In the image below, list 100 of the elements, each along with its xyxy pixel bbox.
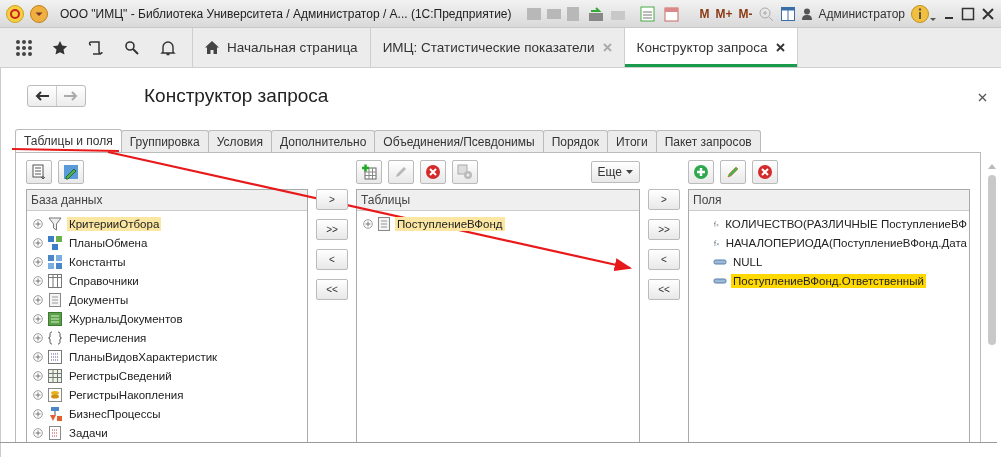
cubes-icon bbox=[47, 234, 63, 251]
expand-icon[interactable] bbox=[33, 370, 43, 381]
tab[interactable]: Объединения/Псевдонимы bbox=[374, 130, 544, 152]
tab[interactable]: Пакет запросов bbox=[655, 130, 761, 152]
pencil-icon bbox=[726, 165, 740, 179]
move-button[interactable]: > bbox=[316, 189, 348, 210]
tree-item[interactable]: КритерииОтбора bbox=[67, 216, 162, 231]
add-icon bbox=[693, 164, 709, 180]
tree-item[interactable]: Задачи bbox=[67, 425, 110, 440]
more-button[interactable]: Еще bbox=[590, 161, 640, 183]
edit-button[interactable] bbox=[388, 160, 414, 184]
apps-grid-icon[interactable] bbox=[16, 39, 32, 56]
column-header: Таблицы bbox=[357, 190, 639, 211]
edit-button[interactable] bbox=[720, 160, 746, 184]
expand-icon[interactable] bbox=[33, 313, 43, 324]
tab[interactable]: Таблицы и поля bbox=[15, 129, 122, 152]
funnel-icon bbox=[47, 215, 63, 232]
app-logo bbox=[6, 4, 24, 23]
document-icon bbox=[377, 215, 391, 232]
page-tab[interactable]: Начальная страница bbox=[193, 28, 371, 67]
expand-icon[interactable] bbox=[33, 351, 43, 362]
search-icon[interactable] bbox=[124, 39, 140, 56]
expand-icon[interactable] bbox=[33, 237, 43, 248]
zoom-icon[interactable] bbox=[758, 5, 775, 22]
settings-button[interactable] bbox=[452, 160, 478, 184]
move-button[interactable]: > bbox=[648, 189, 680, 210]
field-item[interactable]: ПоступлениеВФонд.Ответственный bbox=[731, 273, 926, 288]
list-button[interactable] bbox=[26, 160, 52, 184]
checklist-icon bbox=[47, 424, 63, 441]
close-icon[interactable] bbox=[978, 92, 987, 102]
tab[interactable]: Итоги bbox=[606, 130, 657, 152]
move-button[interactable]: < bbox=[648, 249, 680, 270]
memory-key[interactable]: M- bbox=[738, 6, 753, 21]
move-button[interactable]: < bbox=[316, 249, 348, 270]
tab[interactable]: Группировка bbox=[120, 130, 209, 152]
add-table-button[interactable] bbox=[356, 160, 382, 184]
expand-icon[interactable] bbox=[33, 427, 43, 438]
memory-key[interactable]: M+ bbox=[715, 6, 733, 21]
expand-icon[interactable] bbox=[363, 218, 373, 229]
column-header: Поля bbox=[689, 190, 969, 211]
tree-item[interactable]: РегистрыНакопления bbox=[67, 387, 186, 402]
expand-icon[interactable] bbox=[33, 389, 43, 400]
tree-item[interactable]: Справочники bbox=[67, 273, 141, 288]
columns-icon bbox=[47, 272, 63, 289]
tree-item[interactable]: Документы bbox=[67, 292, 131, 307]
tree-item[interactable]: Константы bbox=[67, 254, 128, 269]
user-icon bbox=[802, 7, 813, 20]
scroll-up-icon[interactable] bbox=[988, 164, 996, 169]
tab[interactable]: Условия bbox=[207, 130, 272, 152]
grid-icon bbox=[47, 348, 63, 365]
expand-icon[interactable] bbox=[33, 294, 43, 305]
menu-icon[interactable] bbox=[30, 4, 48, 23]
scrollbar-thumb[interactable] bbox=[988, 175, 996, 345]
tree-item[interactable]: ПланыОбмена bbox=[67, 235, 150, 250]
tree-item[interactable]: ЖурналыДокументов bbox=[67, 311, 185, 326]
expand-icon[interactable] bbox=[33, 218, 43, 229]
delete-button[interactable] bbox=[752, 160, 778, 184]
bell-icon[interactable] bbox=[160, 39, 176, 56]
tree-item[interactable]: Перечисления bbox=[67, 330, 149, 345]
panel-icon[interactable] bbox=[780, 5, 797, 22]
table-item[interactable]: ПоступлениеВФонд bbox=[395, 216, 505, 231]
page-tab[interactable]: Конструктор запроса bbox=[624, 28, 798, 67]
expand-icon[interactable] bbox=[33, 332, 43, 343]
page-tab[interactable]: ИМЦ: Статистические показатели bbox=[370, 28, 625, 67]
pencil-grid-icon bbox=[63, 164, 79, 180]
move-button[interactable]: >> bbox=[648, 219, 680, 240]
add-button[interactable] bbox=[688, 160, 714, 184]
scroll-icon[interactable] bbox=[88, 39, 104, 56]
document-icon bbox=[47, 291, 63, 308]
tree-item[interactable]: БизнесПроцессы bbox=[67, 406, 163, 421]
edit-query-button[interactable] bbox=[58, 160, 84, 184]
move-button[interactable]: >> bbox=[316, 219, 348, 240]
close-icon[interactable] bbox=[775, 43, 785, 53]
memory-key[interactable]: M bbox=[699, 6, 710, 21]
maximize-icon[interactable] bbox=[961, 6, 975, 21]
blocks-icon bbox=[47, 253, 63, 270]
tree-item[interactable]: РегистрыСведений bbox=[67, 368, 174, 383]
expand-icon[interactable] bbox=[33, 275, 43, 286]
info-icon[interactable] bbox=[911, 3, 937, 24]
close-icon[interactable] bbox=[981, 6, 995, 21]
star-icon[interactable] bbox=[52, 39, 68, 56]
list-icon bbox=[32, 164, 46, 180]
flowchart-icon bbox=[47, 405, 63, 422]
field-item[interactable]: NULL bbox=[731, 254, 765, 269]
coins-icon bbox=[47, 386, 63, 403]
form-title: Конструктор запроса bbox=[144, 85, 329, 107]
delete-icon bbox=[757, 164, 773, 180]
field-item[interactable]: НАЧАЛОПЕРИОДА(ПоступлениеВФонд.Дата bbox=[723, 235, 969, 250]
home-icon bbox=[205, 41, 219, 55]
move-button[interactable]: << bbox=[316, 279, 348, 300]
delete-button[interactable] bbox=[420, 160, 446, 184]
tab[interactable]: Порядок bbox=[542, 130, 608, 152]
expand-icon[interactable] bbox=[33, 256, 43, 267]
expand-icon[interactable] bbox=[33, 408, 43, 419]
tree-item[interactable]: ПланыВидовХарактеристик bbox=[67, 349, 220, 364]
move-button[interactable]: << bbox=[648, 279, 680, 300]
table-icon bbox=[47, 367, 63, 384]
field-item[interactable]: КОЛИЧЕСТВО(РАЗЛИЧНЫЕ ПоступлениеВФ bbox=[723, 216, 969, 231]
tab[interactable]: Дополнительно bbox=[271, 130, 376, 152]
user-name: Администратор bbox=[818, 6, 905, 21]
